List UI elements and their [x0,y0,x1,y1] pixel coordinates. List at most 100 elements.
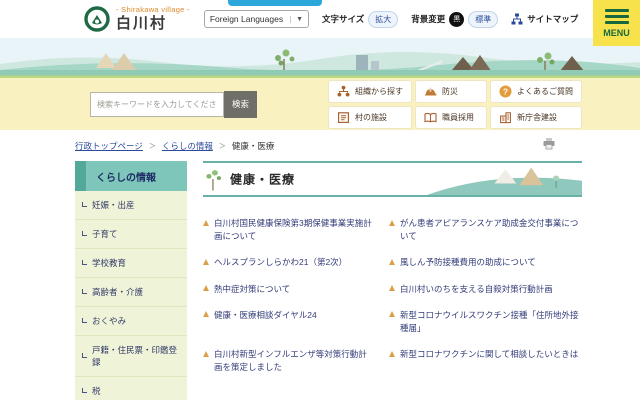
sitemap-icon [511,13,523,25]
quick-link-disaster[interactable]: 防災 [415,80,487,103]
content-area: 行政トップページ ＞ くらしの情報 ＞ 健康・医療 くらしの情報 妊娠・出産 子… [0,130,640,400]
village-logo-icon [84,6,110,32]
sidebar-item-condolence[interactable]: おくやみ [75,306,187,335]
site-title: 白川村 [116,15,190,32]
article-links: 白川村国民健康保険第3期保健事業実施計画について がん患者アピアランスケア助成金… [203,214,582,374]
article-link-label: 白川村いのちを支える自殺対策行動計画 [400,283,553,296]
arrow-icon [203,311,209,317]
corner-arrow-icon [82,289,87,294]
arrow-icon [203,351,209,357]
corner-arrow-icon [82,260,87,265]
hamburger-icon [605,9,629,12]
quick-link-organization[interactable]: 組織から探す [328,80,412,103]
arrow-icon [389,351,395,357]
search-band: 検索 組織から探す 防災 [0,78,640,130]
sidebar-title[interactable]: くらしの情報 [75,161,187,191]
page-title-banner: 健康・医療 [203,161,582,197]
font-size-control: 文字サイズ 拡大 [322,11,398,28]
sidebar-item-school[interactable]: 学校教育 [75,248,187,277]
quick-link-recruitment[interactable]: 職員採用 [415,106,487,129]
corner-arrow-icon [82,202,87,207]
breadcrumb-current: 健康・医療 [232,140,275,152]
article-link[interactable]: 白川村国民健康保険第3期保健事業実施計画について [203,217,375,243]
sidebar-item-elderly[interactable]: 高齢者・介護 [75,277,187,306]
corner-arrow-icon [82,318,87,323]
article-link-label: 白川村国民健康保険第3期保健事業実施計画について [214,217,375,243]
quick-link-label: 村の施設 [355,112,387,123]
font-size-zoom-button[interactable]: 拡大 [368,11,398,28]
org-search-icon [337,85,350,98]
shirakawa-village-website: - Shirakawa village - 白川村 Foreign Langua… [0,0,640,400]
arrow-icon [203,259,209,265]
article-link[interactable]: ヘルスプランしらかわ21（第2次） [203,256,375,269]
arrow-icon [389,285,395,291]
sidebar-item-registry[interactable]: 戸籍・住民票・印鑑登録 [75,335,187,376]
article-link[interactable]: 熱中症対策について [203,283,375,296]
breadcrumb: 行政トップページ ＞ くらしの情報 ＞ 健康・医療 [75,130,582,161]
quick-link-label: 組織から探す [355,86,403,97]
background-standard-button[interactable]: 標準 [468,11,498,28]
site-search: 検索 [90,91,257,118]
article-link-label: 熱中症対策について [214,283,290,296]
svg-text:?: ? [503,86,508,96]
article-link-label: 白川村新型インフルエンザ等対策行動計画を策定しました [214,348,375,374]
article-link[interactable]: 風しん予防接種費用の助成について [389,256,582,269]
quick-link-new-hall[interactable]: 新庁舎建設 [490,106,582,129]
quick-link-label: 新庁舎建設 [517,112,557,123]
corner-arrow-icon [82,388,87,393]
sitemap-link[interactable]: サイトマップ [511,13,578,25]
question-icon: ? [499,85,512,98]
article-link-label: がん患者アピアランスケア助成金交付事業について [400,217,582,243]
article-link-label: 風しん予防接種費用の助成について [400,256,536,269]
new-building-icon [499,111,512,124]
article-link[interactable]: がん患者アピアランスケア助成金交付事業について [389,217,582,243]
header: - Shirakawa village - 白川村 Foreign Langua… [0,0,640,38]
corner-arrow-icon [82,353,87,358]
print-button[interactable] [542,137,556,152]
arrow-icon [389,311,395,317]
arrow-icon [389,220,395,226]
quick-link-label: 防災 [442,86,458,97]
logo-tagline: - Shirakawa village - [116,6,190,15]
font-size-label: 文字サイズ [322,13,364,25]
article-link[interactable]: 白川村新型インフルエンザ等対策行動計画を策定しました [203,348,375,374]
top-accent-tab [228,0,322,6]
quick-link-facilities[interactable]: 村の施設 [328,106,412,129]
helmet-icon [424,85,437,98]
breadcrumb-separator: ＞ [149,141,156,151]
article-link-label: 新型コロナウイルスワクチン接種「住所地外接種届」 [400,309,582,335]
background-change-label: 背景変更 [411,13,445,25]
article-link[interactable]: 白川村いのちを支える自殺対策行動計画 [389,283,582,296]
sidebar-menu: 妊娠・出産 子育て 学校教育 高齢者・介護 おくやみ 戸籍・住民票・印鑑登録 税… [75,191,187,400]
arrow-icon [203,220,209,226]
foreign-languages-label: Foreign Languages [210,14,283,24]
foreign-languages-select[interactable]: Foreign Languages ▼ [204,10,309,28]
village-scenery-illustration [0,38,640,78]
breadcrumb-living-info-link[interactable]: くらしの情報 [162,140,213,152]
search-button[interactable]: 検索 [224,91,257,118]
sidebar-item-tax[interactable]: 税 [75,376,187,400]
sidebar-living-info: くらしの情報 妊娠・出産 子育て 学校教育 高齢者・介護 おくやみ 戸籍・住民票… [75,161,187,400]
arrow-icon [203,285,209,291]
printer-icon [542,137,556,150]
background-change-control: 背景変更 黒 標準 [411,11,498,28]
main-content: 健康・医療 白川村国民健康保険第3期保健事業実施計画について がん患者アピアラン… [203,161,582,374]
breadcrumb-home-link[interactable]: 行政トップページ [75,140,143,152]
article-link[interactable]: 健康・医療相談ダイヤル24 [203,309,375,335]
article-link[interactable]: 新型コロナワクチンに関して相談したいときは [389,348,582,374]
quick-link-faq[interactable]: ? よくあるご質問 [490,80,582,103]
recruit-icon [424,111,437,124]
sidebar-item-pregnancy[interactable]: 妊娠・出産 [75,191,187,219]
quick-links: 組織から探す 防災 ? よくあるご質問 [328,80,582,129]
page-title: 健康・医療 [230,171,295,188]
site-logo[interactable]: - Shirakawa village - 白川村 [84,6,190,32]
menu-button[interactable]: MENU [593,0,640,46]
arrow-icon [389,259,395,265]
search-input[interactable] [90,92,224,117]
article-link[interactable]: 新型コロナウイルスワクチン接種「住所地外接種届」 [389,309,582,335]
article-link-label: 新型コロナワクチンに関して相談したいときは [400,348,578,374]
sidebar-item-childcare[interactable]: 子育て [75,219,187,248]
background-black-button[interactable]: 黒 [449,12,464,27]
corner-arrow-icon [82,231,87,236]
article-link-label: 健康・医療相談ダイヤル24 [214,309,317,335]
